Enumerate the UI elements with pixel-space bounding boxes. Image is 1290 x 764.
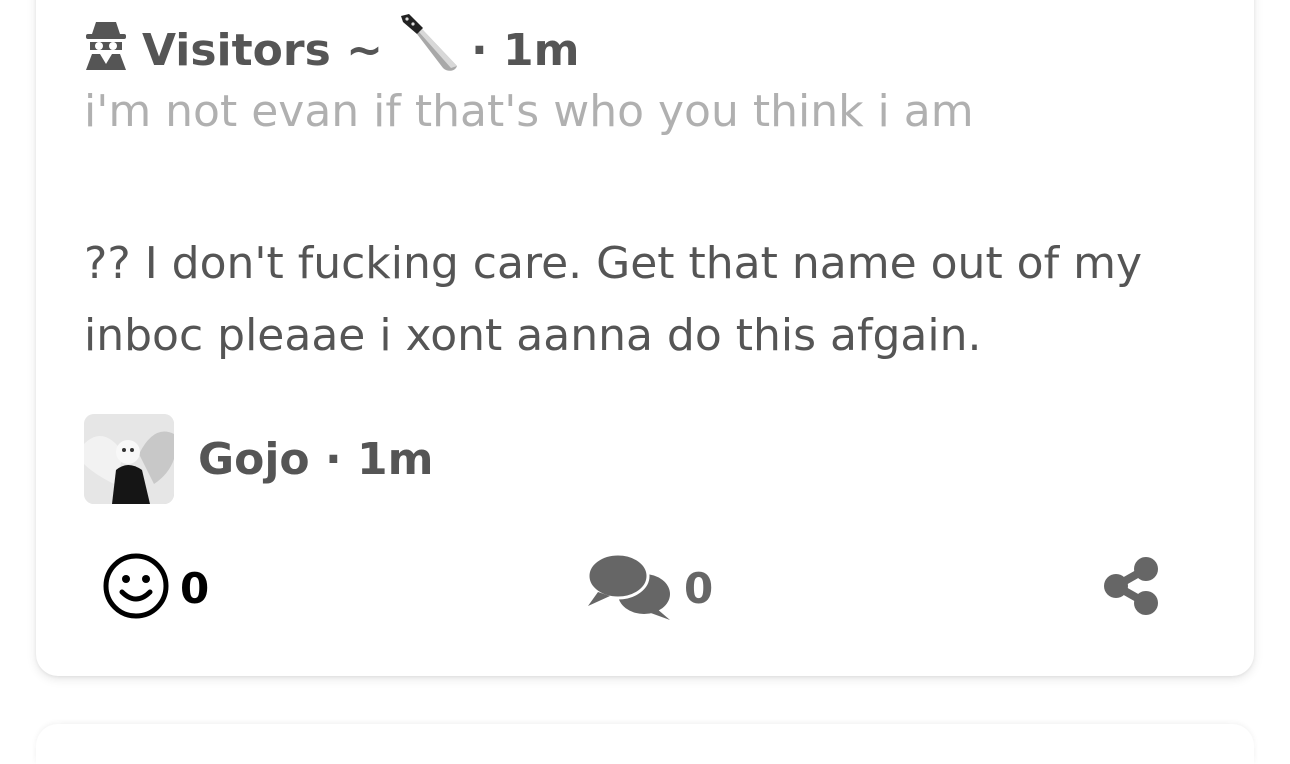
comments-count: 0 xyxy=(684,563,714,613)
post-subtitle: i'm not evan if that's who you think i a… xyxy=(84,86,974,137)
reactions-count: 0 xyxy=(180,563,210,613)
reactions-button[interactable]: 0 xyxy=(102,548,209,628)
post-time: · 1m xyxy=(470,24,580,76)
share-icon xyxy=(1100,555,1162,621)
reply-author-row[interactable]: Gojo · 1m xyxy=(84,414,433,504)
knife-emoji-icon xyxy=(383,13,471,87)
smiley-icon xyxy=(102,552,170,624)
next-post-card xyxy=(36,724,1254,764)
detective-icon xyxy=(84,20,142,81)
comments-icon xyxy=(586,550,674,626)
post-header: Visitors ~ · 1m xyxy=(84,13,580,82)
reply-message: ?? I don't fucking care. Get that name o… xyxy=(84,238,1142,361)
reply-author[interactable]: Gojo · 1m xyxy=(198,434,433,485)
comments-button[interactable]: 0 xyxy=(586,548,713,628)
avatar[interactable] xyxy=(84,414,174,504)
post-author[interactable]: Visitors ~ xyxy=(142,25,383,76)
share-button[interactable] xyxy=(1100,548,1162,628)
